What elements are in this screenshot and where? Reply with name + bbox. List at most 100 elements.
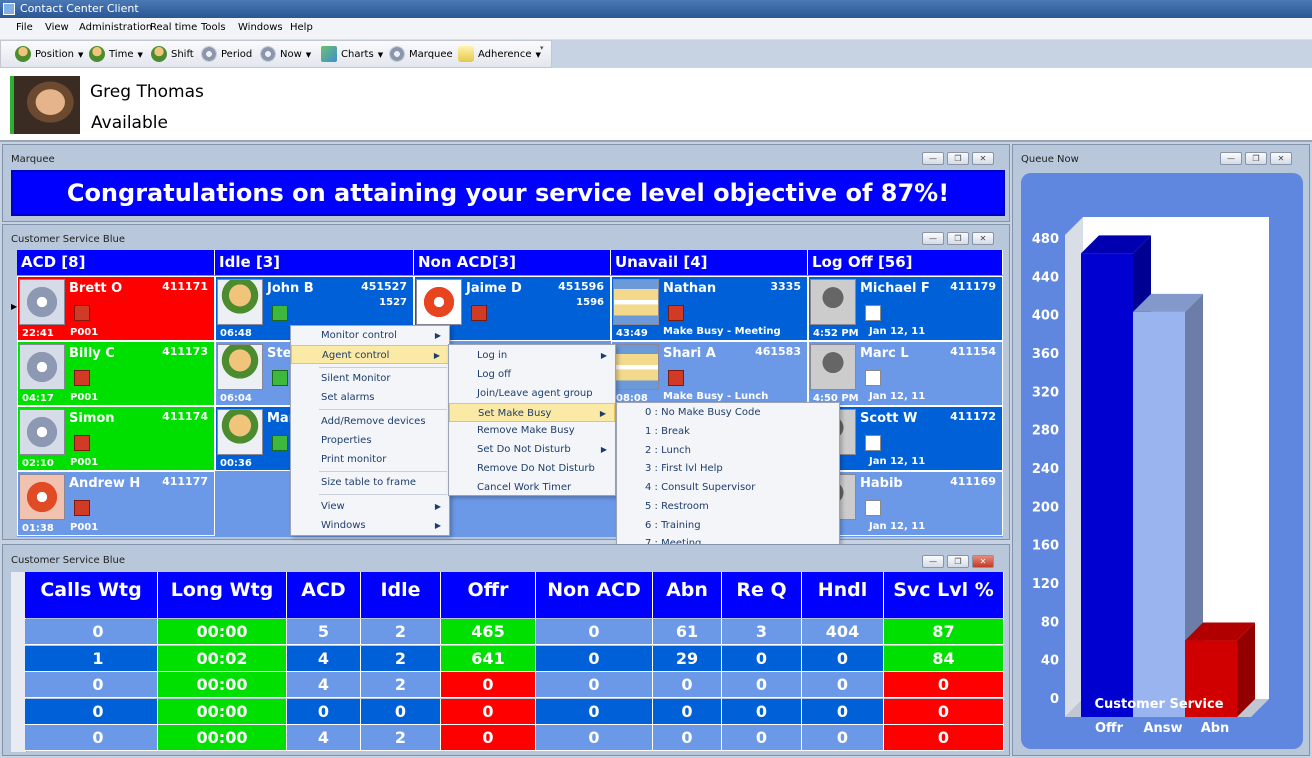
window-title-bar: Contact Center Client	[0, 0, 1312, 18]
minimize-icon[interactable]: —	[922, 152, 944, 165]
menu-make-busy-2[interactable]: 2 : Lunch	[617, 441, 839, 460]
menu-make-busy-5[interactable]: 5 : Restroom	[617, 497, 839, 516]
col-header-acd[interactable]: ACD [8]	[17, 250, 215, 275]
stats-cell: 4	[287, 672, 361, 698]
close-icon[interactable]: ✕	[972, 152, 994, 165]
menu-set-make-busy[interactable]: Set Make Busy ▶	[449, 403, 615, 422]
menu-tools[interactable]: Tools	[201, 22, 226, 33]
toolbar-adherence-button[interactable]: Adherence ▼	[458, 46, 541, 64]
menu-monitor-control[interactable]: Monitor control ▶	[291, 326, 449, 345]
stats-header-0[interactable]: Calls Wtg	[25, 572, 158, 618]
menu-cancel-work-timer[interactable]: Cancel Work Timer	[449, 478, 615, 497]
restore-icon[interactable]: ❐	[1245, 152, 1267, 165]
status-square-icon	[74, 370, 90, 386]
menu-add-remove-devices[interactable]: Add/Remove devices	[291, 412, 449, 431]
agent-card-ste[interactable]: Ste 06:04	[215, 341, 295, 406]
menu-silent-monitor[interactable]: Silent Monitor	[291, 369, 449, 388]
menu-log-in[interactable]: Log in ▶	[449, 346, 615, 365]
menu-administration[interactable]: Administration	[79, 22, 152, 33]
y-tick-label: 40	[1041, 654, 1059, 669]
stats-cell: 00:00	[158, 698, 287, 725]
toolbar-marquee-button[interactable]: Marquee	[389, 46, 453, 64]
stats-cell: 0	[361, 698, 441, 725]
dropdown-arrow-icon[interactable]: ▼	[137, 51, 142, 59]
agent-card-mar[interactable]: Mar 00:36	[215, 406, 295, 471]
menu-view[interactable]: View	[45, 22, 69, 33]
stats-header-5[interactable]: Non ACD	[536, 572, 653, 618]
menu-print-monitor[interactable]: Print monitor	[291, 450, 449, 469]
agent-card-shari-a[interactable]: Shari A 461583 08:08 Make Busy - Lunch	[611, 341, 808, 406]
toolbar-overflow-icon[interactable]: ▾	[540, 44, 549, 64]
close-icon[interactable]: ✕	[1270, 152, 1292, 165]
agent-card-billy-c[interactable]: Billy C 411173 04:17 P001	[17, 341, 215, 406]
menu-windows[interactable]: Windows ▶	[291, 516, 449, 535]
menu-agent-control[interactable]: Agent control ▶	[291, 345, 449, 364]
chart-side-wall	[1065, 217, 1083, 717]
gears-icon	[19, 344, 65, 390]
menu-windows[interactable]: Windows	[238, 22, 283, 33]
minimize-icon[interactable]: —	[1220, 152, 1242, 165]
stats-pane-title: Customer Service Blue	[11, 555, 126, 566]
toolbar-charts-button[interactable]: Charts ▼	[321, 46, 383, 64]
menu-properties[interactable]: Properties	[291, 431, 449, 450]
menu-set-dnd[interactable]: Set Do Not Disturb ▶	[449, 440, 615, 459]
toolbar-shift-button[interactable]: Shift	[151, 46, 194, 64]
y-tick-label: 240	[1032, 462, 1059, 477]
agent-card-andrew-h[interactable]: Andrew H 411177 01:38 P001	[17, 471, 215, 536]
stats-cell: 0	[287, 698, 361, 725]
agent-person-icon	[217, 344, 263, 390]
stats-header-6[interactable]: Abn	[653, 572, 722, 618]
y-tick-label: 440	[1032, 270, 1059, 285]
col-header-nonacd[interactable]: Non ACD[3]	[414, 250, 611, 275]
menu-help[interactable]: Help	[290, 22, 313, 33]
stats-header-4[interactable]: Offr	[441, 572, 536, 618]
agent-card-marc-l[interactable]: Marc L 411154 4:50 PM Jan 12, 11	[808, 341, 1003, 406]
restore-icon[interactable]: ❐	[947, 232, 969, 245]
toolbar-now-button[interactable]: Now ▼	[260, 46, 311, 64]
menu-join-leave-group[interactable]: Join/Leave agent group	[449, 384, 615, 403]
menu-view[interactable]: View ▶	[291, 497, 449, 516]
menu-make-busy-6[interactable]: 6 : Training	[617, 516, 839, 535]
restore-icon[interactable]: ❐	[947, 555, 969, 568]
toolbar-position-button[interactable]: Position ▼	[15, 46, 83, 64]
menu-size-table[interactable]: Size table to frame	[291, 473, 449, 492]
minimize-icon[interactable]: —	[922, 555, 944, 568]
stats-header-9[interactable]: Svc Lvl %	[884, 572, 1004, 618]
col-header-idle[interactable]: Idle [3]	[215, 250, 414, 275]
menu-remove-dnd[interactable]: Remove Do Not Disturb	[449, 459, 615, 478]
menu-file[interactable]: File	[16, 22, 33, 33]
stats-header-7[interactable]: Re Q	[722, 572, 802, 618]
menu-log-off[interactable]: Log off	[449, 365, 615, 384]
close-icon[interactable]: ✕	[972, 232, 994, 245]
stats-header-1[interactable]: Long Wtg	[158, 572, 287, 618]
menu-make-busy-3[interactable]: 3 : First lvl Help	[617, 459, 839, 478]
menu-real-time[interactable]: Real time	[150, 22, 197, 33]
menu-make-busy-4[interactable]: 4 : Consult Supervisor	[617, 478, 839, 497]
restore-icon[interactable]: ❐	[947, 152, 969, 165]
agent-card-michael-f[interactable]: Michael F 411179 4:52 PM Jan 12, 11	[808, 276, 1003, 341]
col-header-logoff[interactable]: Log Off [56]	[808, 250, 1003, 275]
stats-header-3[interactable]: Idle	[361, 572, 441, 618]
status-square-icon	[668, 305, 684, 321]
minimize-icon[interactable]: —	[922, 232, 944, 245]
menu-make-busy-0[interactable]: 0 : No Make Busy Code	[617, 403, 839, 422]
dropdown-arrow-icon[interactable]: ▼	[306, 51, 311, 59]
toolbar-period-button[interactable]: Period	[201, 46, 252, 64]
menu-set-alarms[interactable]: Set alarms	[291, 388, 449, 407]
agent-card-nathan[interactable]: Nathan 3335 43:49 Make Busy - Meeting	[611, 276, 808, 341]
menu-make-busy-1[interactable]: 1 : Break	[617, 422, 839, 441]
agent-card-brett-o[interactable]: Brett O 411171 22:41 P001	[17, 276, 215, 341]
stats-cell: 0	[653, 672, 722, 698]
stats-header-2[interactable]: ACD	[287, 572, 361, 618]
col-header-unavail[interactable]: Unavail [4]	[611, 250, 808, 275]
close-icon[interactable]: ✕	[972, 555, 994, 568]
agent-card-simon[interactable]: Simon 411174 02:10 P001	[17, 406, 215, 471]
stats-cell: 0	[722, 698, 802, 725]
dropdown-arrow-icon[interactable]: ▼	[378, 51, 383, 59]
agent-name: Greg Thomas	[90, 82, 204, 102]
stats-header-8[interactable]: Hndl	[802, 572, 884, 618]
agent-avatar	[10, 76, 80, 134]
menu-remove-make-busy[interactable]: Remove Make Busy	[449, 421, 615, 440]
dropdown-arrow-icon[interactable]: ▼	[78, 51, 83, 59]
toolbar-time-button[interactable]: Time ▼	[89, 46, 143, 64]
